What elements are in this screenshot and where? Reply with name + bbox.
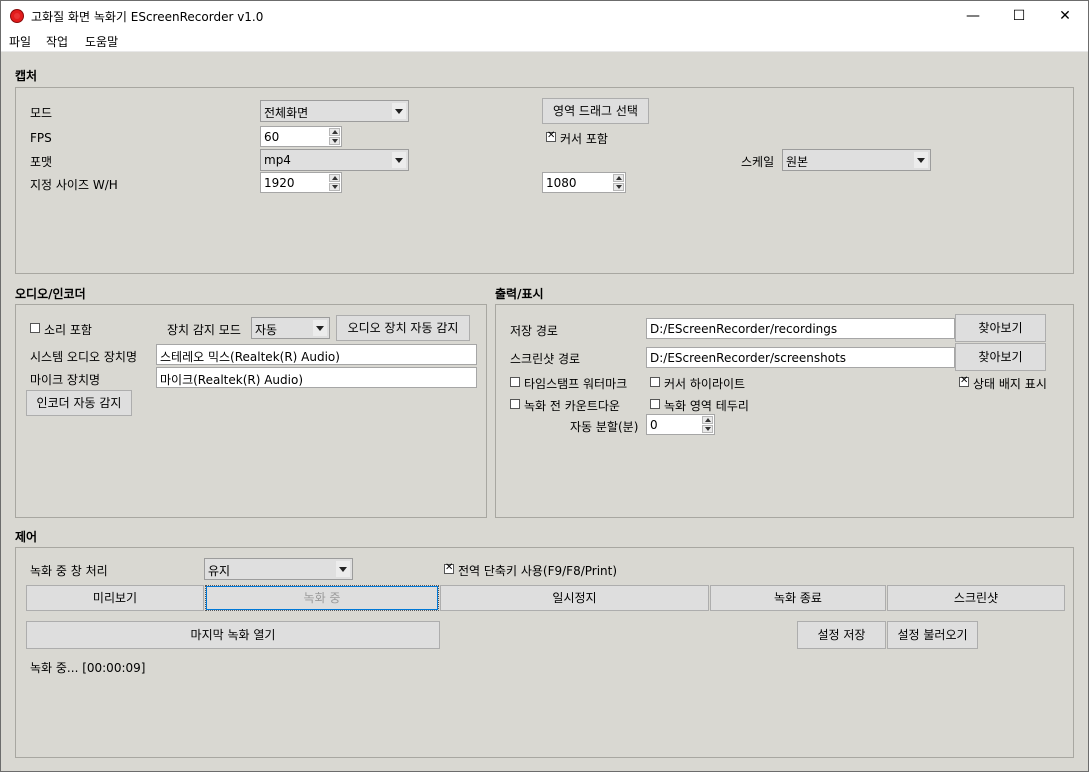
detect-mode-select[interactable]: 자동 <box>251 317 330 339</box>
timestamp-watermark-checkbox[interactable] <box>510 377 520 387</box>
system-device-value: 스테레오 믹스(Realtek(R) Audio) <box>160 350 340 364</box>
window-handling-value: 유지 <box>208 564 231 578</box>
spin-down-icon[interactable] <box>702 425 713 433</box>
global-hotkey-checkbox[interactable] <box>444 562 454 574</box>
screenshot-path-browse-button[interactable]: 찾아보기 <box>955 343 1046 371</box>
encoder-auto-detect-button[interactable]: 인코더 자동 감지 <box>26 390 132 416</box>
record-app-icon <box>10 9 24 23</box>
mic-value: 마이크(Realtek(R) Audio) <box>160 373 304 387</box>
cursor-highlight-label: 커서 하이라이트 <box>664 377 746 391</box>
stop-recording-button[interactable]: 녹화 종료 <box>710 585 886 611</box>
mode-label: 모드 <box>30 106 53 120</box>
system-device-label: 시스템 오디오 장치명 <box>30 350 137 364</box>
pause-button[interactable]: 일시정지 <box>440 585 709 611</box>
window-handling-select[interactable]: 유지 <box>204 558 353 580</box>
save-path-input[interactable]: D:/EScreenRecorder/recordings <box>646 318 955 339</box>
record-button[interactable]: 녹화 중 <box>205 585 439 611</box>
save-path-value: D:/EScreenRecorder/recordings <box>650 322 838 336</box>
chevron-down-icon <box>313 320 327 336</box>
region-border-label: 녹화 영역 테두리 <box>664 399 749 413</box>
spin-up-icon[interactable] <box>613 174 624 182</box>
auto-split-label: 자동 분할(분) <box>570 420 639 434</box>
cursor-include-checkbox[interactable] <box>546 130 556 142</box>
auto-split-spinbox[interactable]: 0 <box>646 414 715 435</box>
width-spinbox[interactable]: 1920 <box>260 172 342 193</box>
system-device-input[interactable]: 스테레오 믹스(Realtek(R) Audio) <box>156 344 477 365</box>
region-drag-button[interactable]: 영역 드래그 선택 <box>542 98 649 124</box>
spin-down-icon[interactable] <box>329 183 340 191</box>
fps-label: FPS <box>30 131 52 145</box>
mode-select[interactable]: 전체화면 <box>260 100 409 122</box>
screenshot-path-input[interactable]: D:/EScreenRecorder/screenshots <box>646 347 955 368</box>
save-settings-button[interactable]: 설정 저장 <box>797 621 886 649</box>
chevron-down-icon <box>392 152 406 168</box>
global-hotkey-label: 전역 단축키 사용(F9/F8/Print) <box>458 564 618 578</box>
open-last-recording-button[interactable]: 마지막 녹화 열기 <box>26 621 440 649</box>
cursor-include-label: 커서 포함 <box>560 132 608 146</box>
control-group-title: 제어 <box>15 530 38 544</box>
region-border-checkbox[interactable] <box>650 399 660 409</box>
scale-label: 스케일 <box>741 155 775 169</box>
audio-auto-detect-button[interactable]: 오디오 장치 자동 감지 <box>336 315 470 341</box>
maximize-button[interactable]: ☐ <box>996 1 1042 31</box>
screenshot-button[interactable]: 스크린샷 <box>887 585 1065 611</box>
format-select[interactable]: mp4 <box>260 149 409 171</box>
title-bar: 고화질 화면 녹화기 EScreenRecorder v1.0 — ☐ ✕ <box>1 1 1088 31</box>
chevron-down-icon <box>392 103 406 119</box>
chevron-down-icon <box>914 152 928 168</box>
capture-group-title: 캡처 <box>15 69 38 83</box>
minimize-button[interactable]: — <box>950 1 996 31</box>
fps-spinbox[interactable]: 60 <box>260 126 342 147</box>
audio-group-title: 오디오/인코더 <box>15 287 86 301</box>
timestamp-watermark-label: 타임스탬프 워터마크 <box>524 377 628 391</box>
save-path-browse-button[interactable]: 찾아보기 <box>955 314 1046 342</box>
format-value: mp4 <box>264 153 291 167</box>
spin-up-icon[interactable] <box>702 416 713 424</box>
window-title: 고화질 화면 녹화기 EScreenRecorder v1.0 <box>31 10 264 24</box>
save-path-label: 저장 경로 <box>510 324 558 338</box>
close-button[interactable]: ✕ <box>1042 1 1088 31</box>
load-settings-button[interactable]: 설정 불러오기 <box>887 621 978 649</box>
recording-status-text: 녹화 중... [00:00:09] <box>30 661 146 675</box>
size-label: 지정 사이즈 W/H <box>30 178 118 192</box>
status-badge-label: 상태 배지 표시 <box>973 377 1047 391</box>
scale-select[interactable]: 원본 <box>782 149 931 171</box>
screenshot-path-label: 스크린샷 경로 <box>510 352 581 366</box>
window-handling-label: 녹화 중 창 처리 <box>30 564 108 578</box>
chevron-down-icon <box>336 561 350 577</box>
status-badge-checkbox[interactable] <box>959 375 969 387</box>
menu-help[interactable]: 도움말 <box>85 33 118 50</box>
output-group-title: 출력/표시 <box>495 287 544 301</box>
auto-split-value: 0 <box>650 418 658 432</box>
spin-down-icon[interactable] <box>613 183 624 191</box>
height-spinbox[interactable]: 1080 <box>542 172 626 193</box>
width-value: 1920 <box>264 176 295 190</box>
format-label: 포맷 <box>30 155 53 169</box>
spin-down-icon[interactable] <box>329 137 340 145</box>
screenshot-path-value: D:/EScreenRecorder/screenshots <box>650 351 847 365</box>
scale-value: 원본 <box>786 155 809 169</box>
detect-mode-label: 장치 감지 모드 <box>167 323 241 337</box>
mic-input[interactable]: 마이크(Realtek(R) Audio) <box>156 367 477 388</box>
height-value: 1080 <box>546 176 577 190</box>
app-window: 고화질 화면 녹화기 EScreenRecorder v1.0 — ☐ ✕ 파일… <box>0 0 1089 772</box>
spin-up-icon[interactable] <box>329 128 340 136</box>
sound-include-label: 소리 포함 <box>44 323 92 337</box>
mode-value: 전체화면 <box>264 106 309 120</box>
fps-value: 60 <box>264 130 280 144</box>
detect-mode-value: 자동 <box>255 323 278 337</box>
spin-up-icon[interactable] <box>329 174 340 182</box>
menu-file[interactable]: 파일 <box>9 33 31 50</box>
countdown-label: 녹화 전 카운트다운 <box>524 399 620 413</box>
preview-button[interactable]: 미리보기 <box>26 585 204 611</box>
menu-action[interactable]: 작업 <box>46 33 68 50</box>
sound-include-checkbox[interactable] <box>30 323 40 333</box>
menu-bar: 파일 작업 도움말 <box>1 31 1088 52</box>
mic-label: 마이크 장치명 <box>30 373 101 387</box>
cursor-highlight-checkbox[interactable] <box>650 377 660 387</box>
countdown-checkbox[interactable] <box>510 399 520 409</box>
